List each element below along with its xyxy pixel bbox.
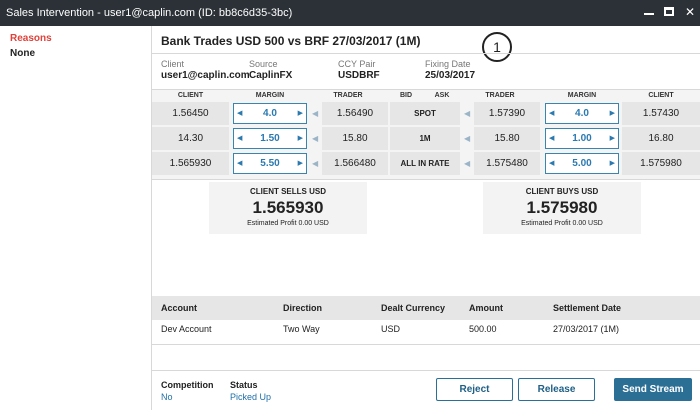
row-label-all-in: ALL IN RATE [390, 152, 460, 175]
send-stream-button[interactable]: Send Stream [614, 378, 692, 401]
td-currency: USD [381, 324, 401, 334]
client-buys-panel: CLIENT BUYS USD 1.575980 Estimated Profi… [483, 182, 641, 234]
fixing-date-value: 25/03/2017 [425, 70, 476, 81]
increment-icon[interactable]: ▶ [298, 134, 303, 142]
col-head-client-bid: CLIENT [177, 92, 204, 99]
deal-table-header: Account Direction Dealt Currency Amount … [152, 296, 700, 320]
trader-ask-spot: 1.57390 [474, 102, 540, 125]
trader-bid-all-in: 1.566480 [322, 152, 388, 175]
source-value: CaplinFX [249, 70, 293, 81]
close-icon[interactable]: ✕ [683, 5, 697, 19]
status-value: Picked Up [230, 392, 272, 402]
th-currency: Dealt Currency [381, 303, 446, 313]
trader-bid-spot: 1.56490 [322, 102, 388, 125]
client-sells-heading: CLIENT SELLS USD [249, 187, 326, 196]
divider [152, 344, 700, 345]
sidebar: Reasons None [0, 26, 152, 410]
col-head-bid: BID [399, 92, 413, 99]
increment-icon[interactable]: ▶ [298, 159, 303, 167]
client-bid-all-in: 1.565930 [152, 152, 229, 175]
col-head-trader-bid: TRADER [333, 92, 363, 99]
ccy-pair-label: CCY Pair [338, 59, 376, 69]
margin-ask-spot-stepper[interactable]: ◀ 4.0 ▶ [545, 103, 619, 124]
td-direction: Two Way [283, 324, 320, 334]
left-arrow-icon: ◀ [312, 109, 319, 118]
maximize-icon[interactable] [662, 5, 676, 19]
increment-icon[interactable]: ▶ [610, 159, 615, 167]
fixing-date-label: Fixing Date [425, 59, 471, 69]
client-ask-all-in: 1.575980 [622, 152, 700, 175]
page-title: Bank Trades USD 500 vs BRF 27/03/2017 (1… [161, 34, 421, 48]
col-head-client-ask: CLIENT [648, 92, 674, 99]
th-amount: Amount [469, 303, 503, 313]
left-arrow-icon: ◀ [464, 159, 471, 168]
main-panel: Bank Trades USD 500 vs BRF 27/03/2017 (1… [152, 26, 700, 410]
release-button[interactable]: Release [518, 378, 595, 401]
trader-ask-1m: 15.80 [474, 127, 540, 150]
client-sells-profit: Estimated Profit 0.00 USD [247, 220, 329, 227]
window-title: Sales Intervention - user1@caplin.com (I… [6, 7, 293, 19]
col-head-ask: ASK [434, 92, 450, 99]
margin-bid-spot-value[interactable]: 4.0 [234, 108, 306, 119]
margin-bid-1m-stepper[interactable]: ◀ 1.50 ▶ [233, 128, 307, 149]
ccy-pair-value: USDBRF [338, 70, 380, 81]
client-bid-1m: 14.30 [152, 127, 229, 150]
row-label-1m: 1M [390, 127, 460, 150]
client-sells-panel: CLIENT SELLS USD 1.565930 Estimated Prof… [209, 182, 367, 234]
status-label: Status [230, 380, 258, 390]
left-arrow-icon: ◀ [464, 134, 471, 143]
margin-ask-1m-stepper[interactable]: ◀ 1.00 ▶ [545, 128, 619, 149]
source-label: Source [249, 59, 278, 69]
step-badge: 1 [482, 32, 512, 62]
competition-value: No [161, 392, 173, 402]
row-label-spot: SPOT [390, 102, 460, 125]
left-arrow-icon: ◀ [312, 159, 319, 168]
margin-bid-1m-value[interactable]: 1.50 [234, 133, 306, 144]
client-buys-price: 1.575980 [526, 198, 598, 217]
left-arrow-icon: ◀ [312, 134, 319, 143]
increment-icon[interactable]: ▶ [298, 109, 303, 117]
margin-ask-1m-value[interactable]: 1.00 [546, 133, 618, 144]
minimize-icon[interactable] [642, 5, 656, 19]
divider [152, 179, 700, 180]
margin-ask-all-in-value[interactable]: 5.00 [546, 158, 618, 169]
margin-ask-all-in-stepper[interactable]: ◀ 5.00 ▶ [545, 153, 619, 174]
divider [152, 370, 700, 371]
client-label: Client [161, 59, 185, 69]
trader-bid-1m: 15.80 [322, 127, 388, 150]
reasons-label: Reasons [10, 33, 52, 44]
pricing-grid: CLIENT MARGIN TRADER BID ASK TRADER MARG… [152, 90, 700, 179]
client-sells-price: 1.565930 [252, 198, 324, 217]
trader-ask-all-in: 1.575480 [474, 152, 540, 175]
client-buys-heading: CLIENT BUYS USD [525, 187, 599, 196]
margin-bid-all-in-stepper[interactable]: ◀ 5.50 ▶ [233, 153, 307, 174]
client-bid-spot: 1.56450 [152, 102, 229, 125]
reasons-value: None [10, 48, 35, 59]
client-buys-profit: Estimated Profit 0.00 USD [521, 220, 603, 227]
col-head-trader-ask: TRADER [485, 92, 515, 99]
th-direction: Direction [283, 303, 323, 313]
divider [152, 53, 700, 54]
td-amount: 500.00 [469, 324, 497, 334]
client-ask-spot: 1.57430 [622, 102, 700, 125]
col-head-margin-ask: MARGIN [567, 92, 597, 99]
th-settlement: Settlement Date [553, 303, 622, 313]
client-ask-1m: 16.80 [622, 127, 700, 150]
increment-icon[interactable]: ▶ [610, 109, 615, 117]
title-bar: Sales Intervention - user1@caplin.com (I… [0, 0, 700, 26]
margin-bid-spot-stepper[interactable]: ◀ 4.0 ▶ [233, 103, 307, 124]
td-settlement: 27/03/2017 (1M) [553, 324, 620, 334]
th-account: Account [161, 303, 197, 313]
increment-icon[interactable]: ▶ [610, 134, 615, 142]
reject-button[interactable]: Reject [436, 378, 513, 401]
left-arrow-icon: ◀ [464, 109, 471, 118]
client-value: user1@caplin.com [161, 70, 250, 81]
td-account: Dev Account [161, 324, 212, 334]
margin-ask-spot-value[interactable]: 4.0 [546, 108, 618, 119]
competition-label: Competition [161, 380, 214, 390]
margin-bid-all-in-value[interactable]: 5.50 [234, 158, 306, 169]
col-head-margin-bid: MARGIN [255, 92, 285, 99]
